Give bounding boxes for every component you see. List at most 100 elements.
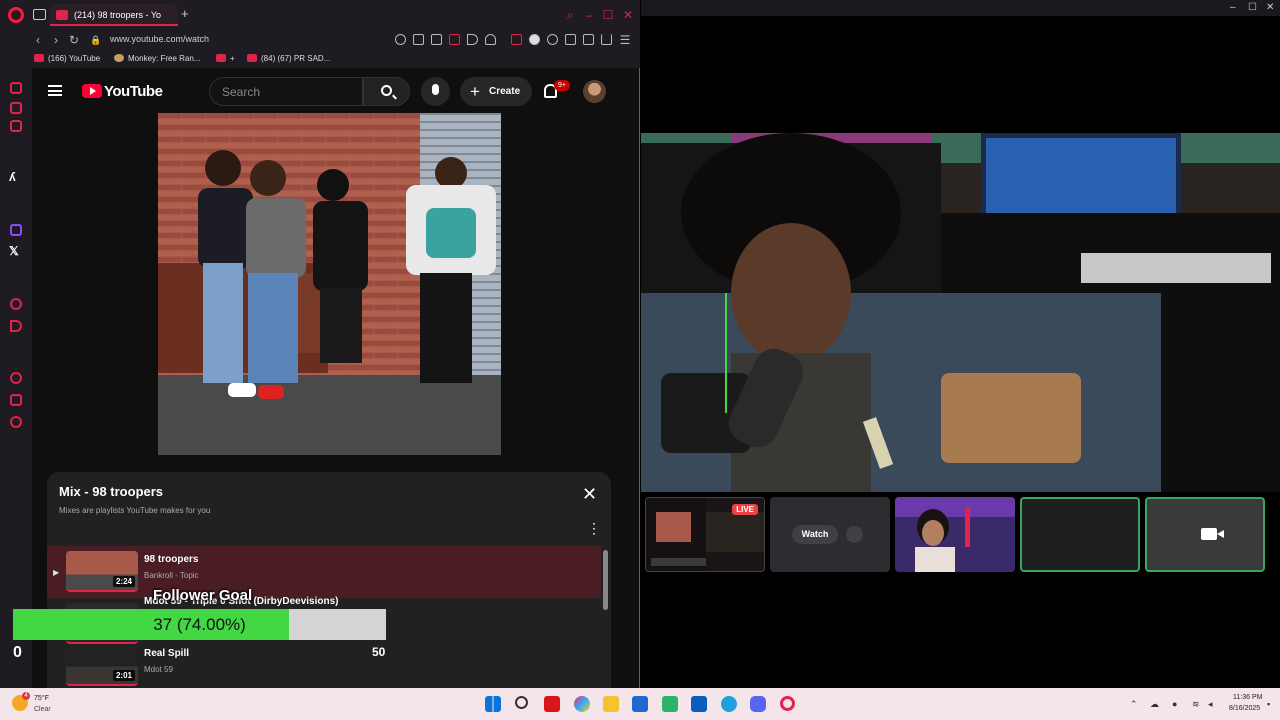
watch-stream-button[interactable]: Watch [792, 525, 838, 544]
extensions-puzzle-icon[interactable] [565, 34, 576, 45]
close-icon[interactable]: ✕ [582, 485, 597, 503]
search-button[interactable] [363, 77, 410, 106]
outlook-icon[interactable] [691, 696, 707, 712]
show-hidden-icons-chevron-icon[interactable]: ⌃ [1130, 699, 1138, 710]
zoom-icon[interactable] [395, 34, 406, 45]
sidebar-settings-icon[interactable] [10, 416, 22, 428]
send-icon[interactable] [467, 34, 478, 45]
playlist-item-active[interactable]: ▶ 2:24 98 troopers Bankroll - Topic [47, 546, 601, 598]
now-playing-icon: ▶ [53, 568, 60, 577]
notification-badge: 9+ [554, 80, 570, 91]
mix-playlist-panel: Mix - 98 troopers Mixes are playlists Yo… [47, 472, 611, 688]
youtube-logo-icon[interactable] [82, 84, 102, 98]
playlist-item[interactable]: 2:01 Real Spill Mdot 59 [47, 640, 601, 688]
minimize-button[interactable]: – [580, 6, 598, 24]
create-button[interactable]: + Create [460, 77, 532, 106]
bookmark-pr-sad[interactable]: (84) (67) PR SAD... [247, 54, 330, 63]
wifi-icon[interactable]: ≋ [1192, 699, 1200, 710]
camera-snapshot-icon[interactable] [413, 34, 424, 45]
bookmark-monkey[interactable]: Monkey: Free Ran... [114, 54, 200, 63]
follower-goal-bar: 37 (74.00%) [13, 609, 386, 640]
bookmark-youtube[interactable]: (166) YouTube [34, 54, 100, 63]
voice-search-button[interactable] [421, 77, 450, 106]
easy-setup-menu-icon[interactable]: ☰ [617, 30, 633, 50]
store-icon[interactable] [632, 696, 648, 712]
search-icon[interactable] [515, 696, 528, 709]
opera-logo-icon[interactable] [8, 7, 24, 23]
new-tab-button[interactable]: + [181, 7, 193, 21]
sidebar-messenger-icon[interactable] [10, 102, 22, 114]
playlist-item-title: Real Spill [144, 648, 190, 659]
copilot-icon[interactable] [574, 696, 590, 712]
opera-gx-icon[interactable] [780, 696, 795, 711]
participant-tile-speaking[interactable] [1020, 497, 1140, 572]
playlist-thumbnail: 2:01 [66, 645, 138, 686]
main-video-stream[interactable] [641, 133, 1280, 492]
app-green-icon[interactable] [662, 696, 678, 712]
discord-call-window: – ☐ ✕ LIVE Watch [641, 0, 1280, 688]
reload-button[interactable]: ↻ [66, 30, 82, 50]
app-red-icon[interactable] [544, 696, 560, 712]
search-tabs-icon[interactable]: ⌕ [561, 6, 579, 24]
camera-tile[interactable] [1145, 497, 1265, 572]
youtube-bookmark-icon [216, 54, 226, 62]
sidebar-music-icon[interactable] [10, 298, 22, 310]
microphone-icon[interactable]: ● [1172, 699, 1177, 709]
opera-sidebar: ʎ 𝕏 [0, 68, 32, 688]
sidebar-aria-icon[interactable] [10, 82, 22, 94]
stream-tile-watch[interactable]: Watch [770, 497, 890, 572]
url-field[interactable]: www.youtube.com/watch [110, 34, 209, 44]
sidebar-history-icon[interactable] [10, 372, 22, 384]
duration-badge: 2:01 [112, 670, 135, 681]
volume-icon[interactable]: ◂ [1208, 699, 1213, 710]
follower-goal-title: Follower Goal [153, 587, 253, 604]
download-icon[interactable] [601, 34, 612, 45]
youtube-logo-text[interactable]: YouTube [104, 83, 163, 100]
clock-date[interactable]: 8/16/2025 [1229, 705, 1260, 712]
video-thumbnail[interactable] [158, 113, 501, 455]
search-input[interactable]: Search [209, 77, 363, 106]
heart-icon[interactable] [485, 34, 496, 45]
tab-islands-icon[interactable] [33, 9, 46, 20]
sidebar-gx-icon[interactable] [10, 120, 22, 132]
sidebar-player-icon[interactable] [10, 320, 22, 332]
weather-condition[interactable]: Clear [34, 706, 51, 713]
minimize-button[interactable]: – [1230, 2, 1236, 13]
back-button[interactable]: ‹ [30, 30, 46, 50]
tab-youtube-active[interactable]: (214) 98 troopers - Yo [50, 4, 178, 26]
sidebar-x-icon[interactable]: 𝕏 [9, 244, 19, 258]
weather-temperature[interactable]: 75°F [34, 695, 49, 702]
notifications-icon[interactable]: ▪ [1267, 699, 1270, 709]
close-window-button[interactable]: ✕ [1266, 2, 1274, 13]
participant-tile[interactable] [895, 497, 1015, 572]
sidebar-app-icon[interactable]: ʎ [9, 170, 16, 184]
close-window-button[interactable]: ✕ [619, 6, 637, 24]
start-windows-icon[interactable] [485, 696, 501, 712]
more-options-icon[interactable]: ⋮ [587, 520, 601, 537]
forward-button[interactable]: › [48, 30, 64, 50]
extension-red-icon[interactable] [511, 34, 522, 45]
sidebar-twitch-icon[interactable] [10, 224, 22, 236]
avatar[interactable] [583, 80, 606, 103]
menu-icon[interactable] [48, 85, 62, 96]
follower-goal-max: 50 [372, 645, 386, 659]
bookmark-icon[interactable] [431, 34, 442, 45]
mix-scrollbar[interactable] [603, 550, 608, 610]
youtube-page: YouTube Search + Create 9+ Mix - 98 troo… [32, 68, 628, 688]
extension-circle-icon[interactable] [547, 34, 558, 45]
file-explorer-icon[interactable] [603, 696, 619, 712]
maximize-button[interactable]: ☐ [1248, 2, 1257, 13]
vpn-shield-icon[interactable] [449, 34, 460, 45]
clock-time[interactable]: 11:36 PM [1233, 694, 1262, 701]
maximize-button[interactable]: ☐ [599, 6, 617, 24]
tab-title: (214) 98 troopers - Yo [74, 10, 162, 20]
profile-icon[interactable] [583, 34, 594, 45]
bookmark-plus[interactable]: + [216, 54, 235, 63]
edge-icon[interactable] [721, 696, 737, 712]
extension-s-icon[interactable] [529, 34, 540, 45]
stream-tile-screenshare[interactable]: LIVE [645, 497, 765, 572]
onedrive-cloud-icon[interactable]: ☁ [1150, 699, 1159, 710]
sidebar-extensions-icon[interactable] [10, 394, 22, 406]
discord-icon[interactable] [750, 696, 766, 712]
stream-popout-icon[interactable] [846, 526, 863, 543]
